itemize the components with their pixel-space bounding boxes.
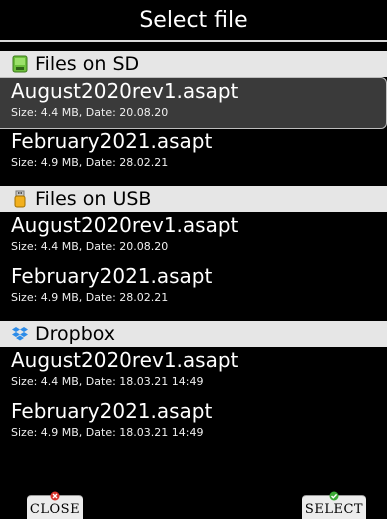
file-name: August2020rev1.asapt <box>11 79 239 103</box>
file-row[interactable]: February2021.asapt Size: 4.9 MB, Date: 2… <box>0 128 387 180</box>
file-row[interactable]: February2021.asapt Size: 4.9 MB, Date: 1… <box>0 398 387 450</box>
select-button-label: SELECT <box>304 502 364 517</box>
file-row[interactable]: August2020rev1.asapt Size: 4.4 MB, Date:… <box>0 77 387 129</box>
file-row[interactable]: August2020rev1.asapt Size: 4.4 MB, Date:… <box>0 347 387 399</box>
sd-card-icon <box>11 54 29 74</box>
file-row[interactable]: February2021.asapt Size: 4.9 MB, Date: 2… <box>0 263 387 315</box>
title-bar: Select file <box>0 0 387 40</box>
select-button[interactable]: SELECT <box>302 491 366 519</box>
close-button-label: CLOSE <box>29 502 81 517</box>
file-name: February2021.asapt <box>11 399 213 423</box>
section-title: Dropbox <box>35 323 116 345</box>
page-title: Select file <box>139 7 248 33</box>
checkmark-icon <box>329 490 339 501</box>
section-header-dropbox: Dropbox <box>0 321 387 347</box>
file-row[interactable]: August2020rev1.asapt Size: 4.4 MB, Date:… <box>0 212 387 264</box>
title-divider <box>0 40 387 42</box>
file-meta: Size: 4.9 MB, Date: 28.02.21 <box>11 156 169 169</box>
file-name: February2021.asapt <box>11 264 213 288</box>
close-button[interactable]: CLOSE <box>27 491 83 519</box>
file-name: August2020rev1.asapt <box>11 348 239 372</box>
section-header-usb: Files on USB <box>0 186 387 212</box>
usb-drive-icon <box>11 189 29 209</box>
section-title: Files on SD <box>35 53 140 75</box>
file-meta: Size: 4.4 MB, Date: 18.03.21 14:49 <box>11 375 204 388</box>
section-title: Files on USB <box>35 188 152 210</box>
dropbox-icon <box>11 324 29 344</box>
file-name: February2021.asapt <box>11 129 213 153</box>
file-meta: Size: 4.4 MB, Date: 20.08.20 <box>11 240 169 253</box>
section-header-sd: Files on SD <box>0 51 387 77</box>
close-icon <box>50 490 60 501</box>
file-meta: Size: 4.9 MB, Date: 28.02.21 <box>11 291 169 304</box>
file-name: August2020rev1.asapt <box>11 213 239 237</box>
file-meta: Size: 4.9 MB, Date: 18.03.21 14:49 <box>11 426 204 439</box>
file-meta: Size: 4.4 MB, Date: 20.08.20 <box>11 106 169 119</box>
